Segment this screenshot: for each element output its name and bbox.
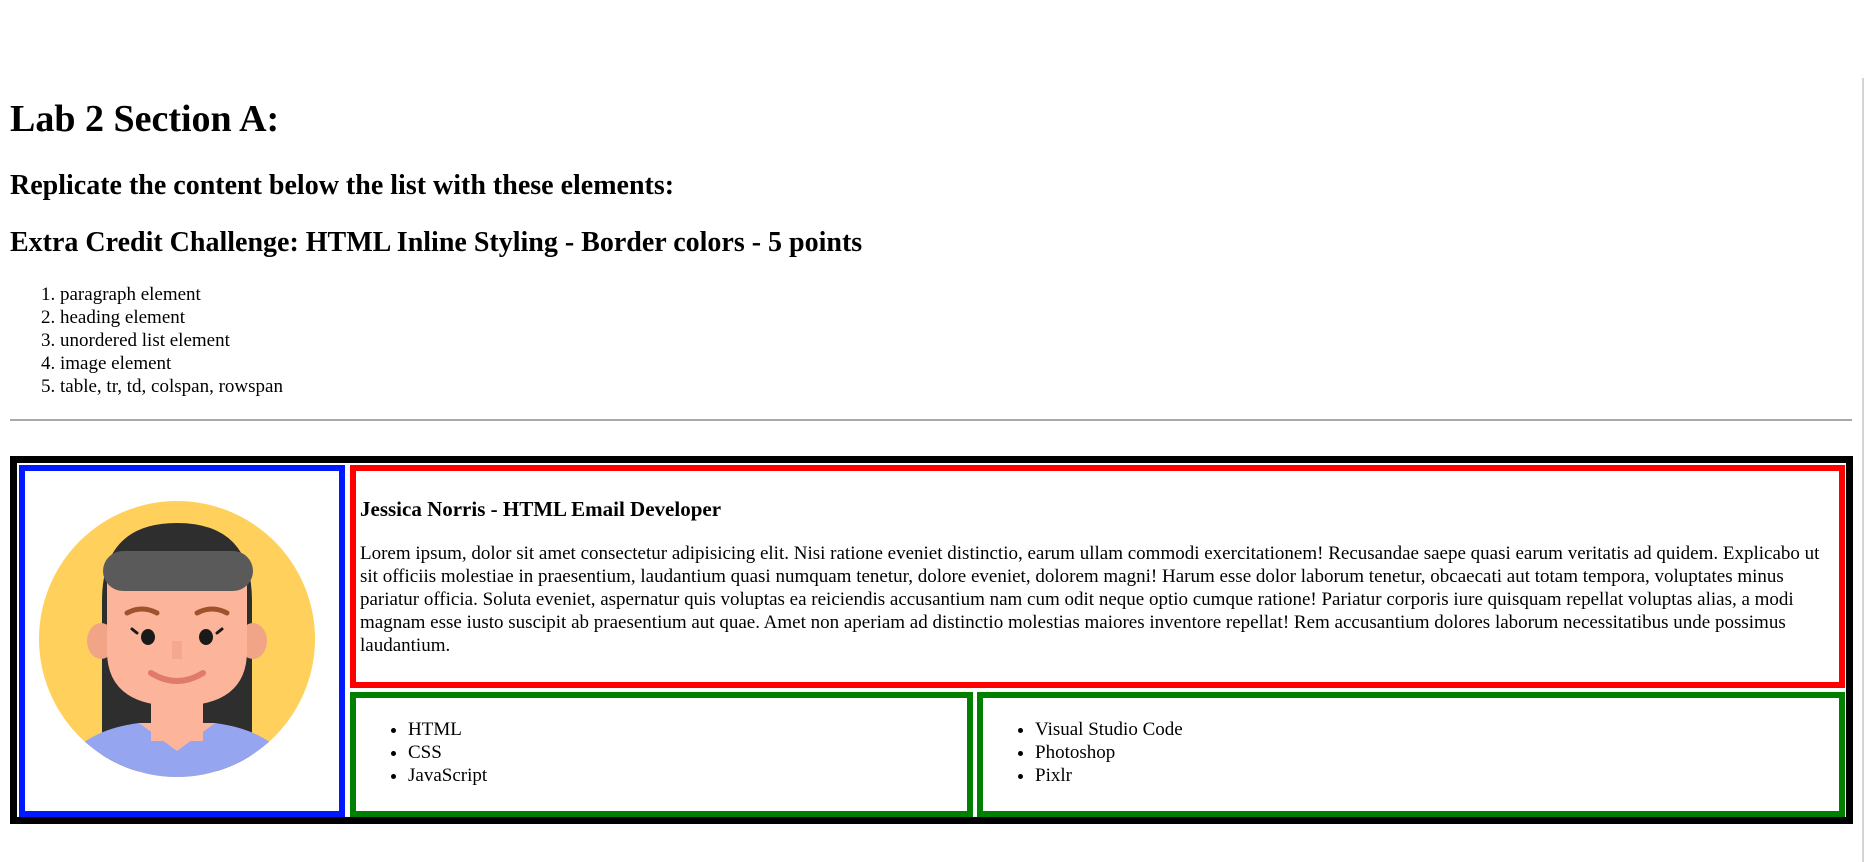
extra-credit-heading: Extra Credit Challenge: HTML Inline Styl… (10, 226, 863, 258)
skills-list: HTML CSS JavaScript (356, 718, 967, 787)
requirements-list: paragraph element heading element unorde… (10, 283, 1852, 398)
tools-cell: Visual Studio Code Photoshop Pixlr (977, 692, 1845, 817)
list-item: Visual Studio Code (1035, 718, 1839, 741)
profile-table: Jessica Norris - HTML Email Developer Lo… (10, 456, 1853, 824)
list-item: JavaScript (408, 764, 967, 787)
list-item: unordered list element (60, 329, 1852, 352)
profile-bio: Lorem ipsum, dolor sit amet consectetur … (360, 543, 1820, 656)
page: Lab 2 Section A: Replicate the content b… (0, 78, 1862, 862)
page-title: Lab 2 Section A: (10, 98, 280, 140)
list-item: HTML (408, 718, 967, 741)
lab-content: Lab 2 Section A: Replicate the content b… (10, 78, 1852, 422)
divider (10, 419, 1852, 422)
profile-name: Jessica Norris - HTML Email Developer (360, 497, 722, 521)
page-subtitle: Replicate the content below the list wit… (10, 169, 675, 201)
list-item: Pixlr (1035, 764, 1839, 787)
scrollbar-track[interactable] (1862, 78, 1864, 862)
list-item: table, tr, td, colspan, rowspan (60, 375, 1852, 398)
list-item: CSS (408, 741, 967, 764)
list-item: heading element (60, 306, 1852, 329)
list-item: image element (60, 352, 1852, 375)
list-item: Photoshop (1035, 741, 1839, 764)
woman-avatar-icon (39, 501, 315, 777)
bio-cell: Jessica Norris - HTML Email Developer Lo… (350, 465, 1845, 688)
list-item: paragraph element (60, 283, 1852, 306)
skills-cell: HTML CSS JavaScript (350, 692, 973, 817)
tools-list: Visual Studio Code Photoshop Pixlr (983, 718, 1839, 787)
photo-cell (19, 465, 345, 817)
